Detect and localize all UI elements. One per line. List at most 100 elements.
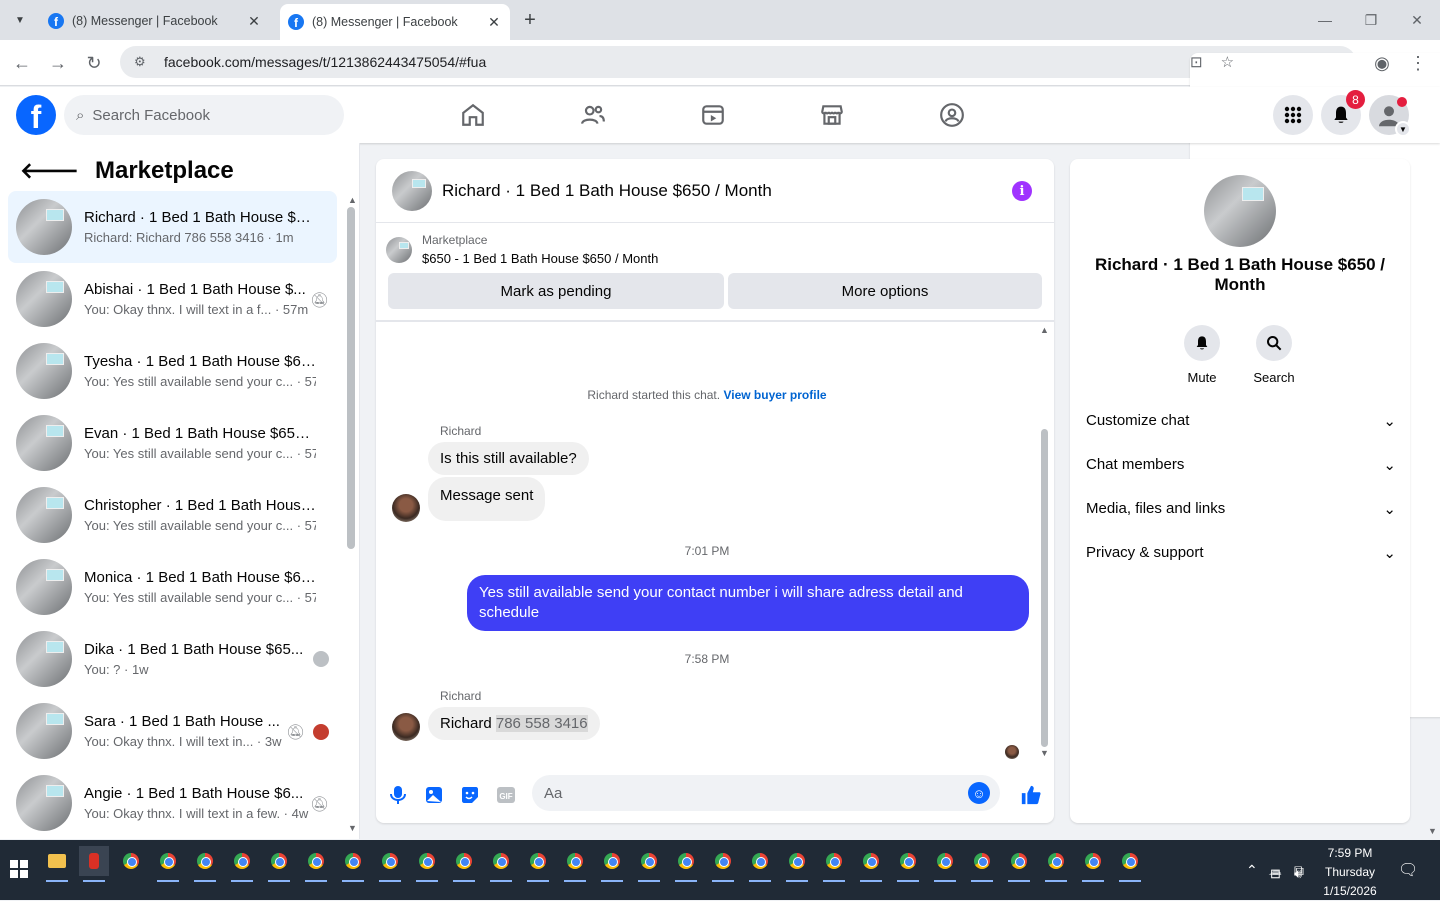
groups-icon[interactable]: [934, 97, 970, 133]
chrome-icon[interactable]: [190, 846, 220, 882]
forward-icon[interactable]: →: [46, 51, 70, 75]
incoming-message[interactable]: Richard 786 558 3416: [428, 707, 600, 740]
conversation-item[interactable]: Abishai · 1 Bed 1 Bath House $... You: Ok…: [8, 263, 337, 335]
windows-start-icon[interactable]: [10, 860, 28, 878]
thumbs-up-icon[interactable]: [1019, 783, 1043, 807]
sender-avatar[interactable]: [392, 713, 420, 741]
incoming-message[interactable]: Is this still available?: [428, 442, 589, 475]
profile-icon[interactable]: ◉: [1370, 51, 1394, 75]
minimize-icon[interactable]: —: [1313, 8, 1337, 32]
site-settings-icon[interactable]: ⚙: [134, 54, 152, 70]
friends-icon[interactable]: [575, 97, 611, 133]
chrome-icon[interactable]: [449, 846, 479, 882]
conversation-item[interactable]: Evan · 1 Bed 1 Bath House $650 /... You: …: [8, 407, 337, 479]
chrome-icon[interactable]: [375, 846, 405, 882]
conversation-item[interactable]: Angie · 1 Bed 1 Bath House $6... You: Oka…: [8, 767, 337, 839]
chrome-icon[interactable]: [412, 846, 442, 882]
video-icon[interactable]: [695, 97, 731, 133]
chrome-icon[interactable]: [523, 846, 553, 882]
address-bar[interactable]: ⚙ facebook.com/messages/t/12138624434750…: [120, 46, 1440, 717]
back-arrow-icon[interactable]: 🡐: [20, 158, 79, 184]
chrome-icon[interactable]: [597, 846, 627, 882]
facebook-logo-icon[interactable]: f: [16, 95, 56, 135]
menu-grid-icon[interactable]: [1273, 95, 1313, 135]
mark-as-pending-button[interactable]: Mark as pending: [388, 273, 724, 309]
media-files-links-section[interactable]: Media, files and links ⌄: [1086, 500, 1396, 518]
chrome-icon[interactable]: [116, 846, 146, 876]
chrome-icon[interactable]: [264, 846, 294, 882]
phone-number-text[interactable]: 786 558 3416: [495, 715, 588, 732]
chrome-icon[interactable]: [819, 846, 849, 882]
show-hidden-icons[interactable]: ⌃: [1246, 840, 1258, 900]
new-tab-button[interactable]: +: [518, 8, 542, 32]
photo-icon[interactable]: [422, 783, 446, 807]
chrome-icon[interactable]: [893, 846, 923, 882]
search-in-chat-button[interactable]: Search: [1244, 325, 1304, 385]
chat-members-section[interactable]: Chat members ⌄: [1086, 456, 1396, 474]
customize-chat-section[interactable]: Customize chat ⌄: [1086, 412, 1396, 430]
chrome-icon[interactable]: [930, 846, 960, 882]
system-clock[interactable]: 7:59 PM Thursday 1/15/2026: [1316, 844, 1384, 901]
view-buyer-profile-link[interactable]: View buyer profile: [723, 388, 826, 402]
scroll-up-icon[interactable]: ▲: [1040, 325, 1049, 335]
close-tab-icon[interactable]: ✕: [246, 13, 262, 30]
microphone-icon[interactable]: [386, 783, 410, 807]
chrome-icon[interactable]: [1078, 846, 1108, 882]
chat-scrollbar[interactable]: [1041, 429, 1048, 747]
chrome-icon[interactable]: [967, 846, 997, 882]
file-explorer-icon[interactable]: [42, 846, 72, 882]
reload-icon[interactable]: ↻: [82, 51, 106, 75]
menu-icon[interactable]: ⋮: [1406, 51, 1430, 75]
browser-tab-1[interactable]: f (8) Messenger | Facebook ✕: [40, 6, 270, 36]
chrome-icon[interactable]: [856, 846, 886, 882]
tab-search-dropdown[interactable]: ▼: [8, 8, 32, 32]
chrome-icon[interactable]: [708, 846, 738, 882]
privacy-support-section[interactable]: Privacy & support ⌄: [1086, 544, 1396, 562]
chrome-icon[interactable]: [1041, 846, 1071, 882]
list-scrollbar[interactable]: [347, 207, 355, 549]
more-options-button[interactable]: More options: [728, 273, 1042, 309]
chrome-icon[interactable]: [560, 846, 590, 882]
search-facebook-input[interactable]: ⌕ Search Facebook: [64, 95, 344, 135]
notifications-bell-icon[interactable]: 8: [1321, 90, 1365, 135]
conversation-item[interactable]: Dika · 1 Bed 1 Bath House $65... You: ? ·…: [8, 623, 337, 695]
listing-avatar-large[interactable]: [1204, 175, 1276, 247]
chrome-icon[interactable]: [745, 846, 775, 882]
sticker-icon[interactable]: [458, 783, 482, 807]
outgoing-message[interactable]: Yes still available send your contact nu…: [467, 575, 1029, 631]
chrome-icon[interactable]: [671, 846, 701, 882]
chrome-icon[interactable]: [782, 846, 812, 882]
marketplace-icon[interactable]: [814, 97, 850, 133]
account-avatar[interactable]: ▼: [1369, 95, 1411, 137]
chrome-icon[interactable]: [153, 846, 183, 882]
conversation-item[interactable]: Richard · 1 Bed 1 Bath House $6... Richar…: [8, 191, 337, 263]
chrome-icon[interactable]: [227, 846, 257, 882]
message-input[interactable]: Aa ☺: [532, 775, 1000, 811]
listing-summary[interactable]: Marketplace $650 - 1 Bed 1 Bath House $6…: [386, 233, 658, 266]
close-tab-icon[interactable]: ✕: [486, 14, 502, 31]
browser-tab-2[interactable]: f (8) Messenger | Facebook ✕: [280, 4, 510, 40]
conversation-item[interactable]: Sara · 1 Bed 1 Bath House ... You: Okay t…: [8, 695, 337, 767]
close-window-icon[interactable]: ✕: [1405, 8, 1429, 32]
restore-icon[interactable]: ❐: [1359, 8, 1383, 32]
page-scroll-down-icon[interactable]: ▼: [1428, 826, 1437, 836]
emoji-icon[interactable]: ☺: [968, 782, 990, 804]
notification-center-icon[interactable]: 🗨︎: [1398, 840, 1418, 900]
chat-avatar[interactable]: [392, 170, 432, 211]
taskbar-app-icon[interactable]: [79, 846, 109, 882]
conversation-item[interactable]: Tyesha · 1 Bed 1 Bath House $65... You: Y…: [8, 335, 337, 407]
mute-button[interactable]: Mute: [1172, 325, 1232, 385]
incoming-message[interactable]: Message sent: [428, 477, 546, 521]
conversation-item[interactable]: Christopher · 1 Bed 1 Bath House... You: …: [8, 479, 337, 551]
home-icon[interactable]: [455, 97, 491, 133]
info-icon[interactable]: i: [1012, 181, 1032, 201]
conversation-item[interactable]: Monica · 1 Bed 1 Bath House $65... You: Y…: [8, 551, 337, 623]
chrome-icon[interactable]: [1115, 846, 1145, 882]
network-icon[interactable]: ⊟: [1270, 854, 1281, 894]
scroll-up-icon[interactable]: ▲: [348, 195, 357, 205]
volume-icon[interactable]: 🔊︎: [1294, 854, 1302, 894]
chrome-icon[interactable]: [301, 846, 331, 882]
sender-avatar[interactable]: [392, 494, 420, 522]
chrome-icon[interactable]: [486, 846, 516, 882]
scroll-down-icon[interactable]: ▼: [1040, 748, 1049, 758]
